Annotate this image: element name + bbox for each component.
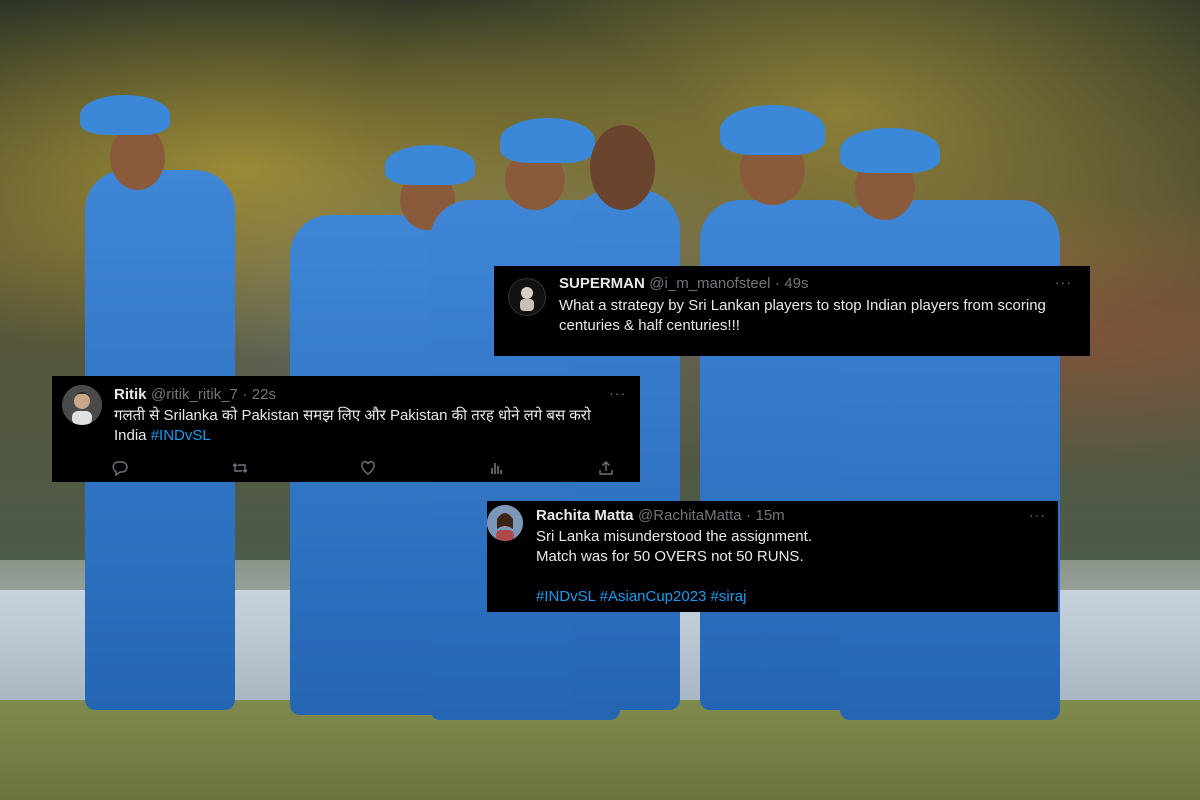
share-icon[interactable] <box>598 460 614 476</box>
timestamp[interactable]: 22s <box>252 386 276 403</box>
tweet-header: Rachita Matta @RachitaMatta · 15m <box>536 507 785 525</box>
hashtag-link[interactable]: #INDvSL <box>151 427 211 444</box>
more-options-icon[interactable]: ··· <box>1055 274 1072 290</box>
more-options-icon[interactable]: ··· <box>609 385 626 401</box>
tweet-text-block: गलती से Srilanka को Pakistan समझ लिए और … <box>114 406 619 446</box>
avatar[interactable] <box>487 505 523 541</box>
like-icon[interactable] <box>360 460 376 476</box>
views-icon[interactable] <box>489 460 505 476</box>
user-handle[interactable]: @i_m_manofsteel <box>649 275 770 292</box>
user-handle[interactable]: @ritik_ritik_7 <box>151 386 238 403</box>
tweet-card-superman[interactable]: SUPERMAN @i_m_manofsteel · 49s ··· What … <box>494 266 1090 356</box>
tweet-text: What a strategy by Sri Lankan players to… <box>559 297 1046 334</box>
timestamp[interactable]: 15m <box>756 507 785 524</box>
tweet-actions <box>112 460 620 476</box>
tweet-header: Ritik @ritik_ritik_7 · 22s <box>114 386 276 404</box>
hashtag-links[interactable]: #INDvSL #AsianCup2023 #siraj <box>536 587 1036 607</box>
tweet-card-ritik[interactable]: Ritik @ritik_ritik_7 · 22s ··· गलती से S… <box>52 376 640 482</box>
tweet-card-rachita[interactable]: Rachita Matta @RachitaMatta · 15m ··· Sr… <box>487 501 1058 612</box>
separator-dot: · <box>242 386 248 403</box>
avatar-image <box>62 385 102 425</box>
display-name[interactable]: Rachita Matta <box>536 507 634 524</box>
tweet-text-line-1: Sri Lanka misunderstood the assignment. <box>536 528 812 545</box>
tweet-text-line-2: Match was for 50 OVERS not 50 RUNS. <box>536 548 804 565</box>
display-name[interactable]: Ritik <box>114 386 147 403</box>
reply-icon[interactable] <box>112 460 128 476</box>
display-name[interactable]: SUPERMAN <box>559 275 645 292</box>
tweet-text-block: Sri Lanka misunderstood the assignment. … <box>536 527 1036 607</box>
tweet-header: SUPERMAN @i_m_manofsteel · 49s <box>559 275 809 293</box>
more-options-icon[interactable]: ··· <box>1029 507 1046 523</box>
retweet-icon[interactable] <box>232 460 248 476</box>
user-handle[interactable]: @RachitaMatta <box>638 507 742 524</box>
separator-dot: · <box>774 275 780 292</box>
avatar-image <box>487 505 523 541</box>
timestamp[interactable]: 49s <box>784 275 808 292</box>
avatar-image <box>520 287 534 311</box>
avatar[interactable] <box>508 278 546 316</box>
separator-dot: · <box>746 507 752 524</box>
avatar[interactable] <box>62 385 102 425</box>
